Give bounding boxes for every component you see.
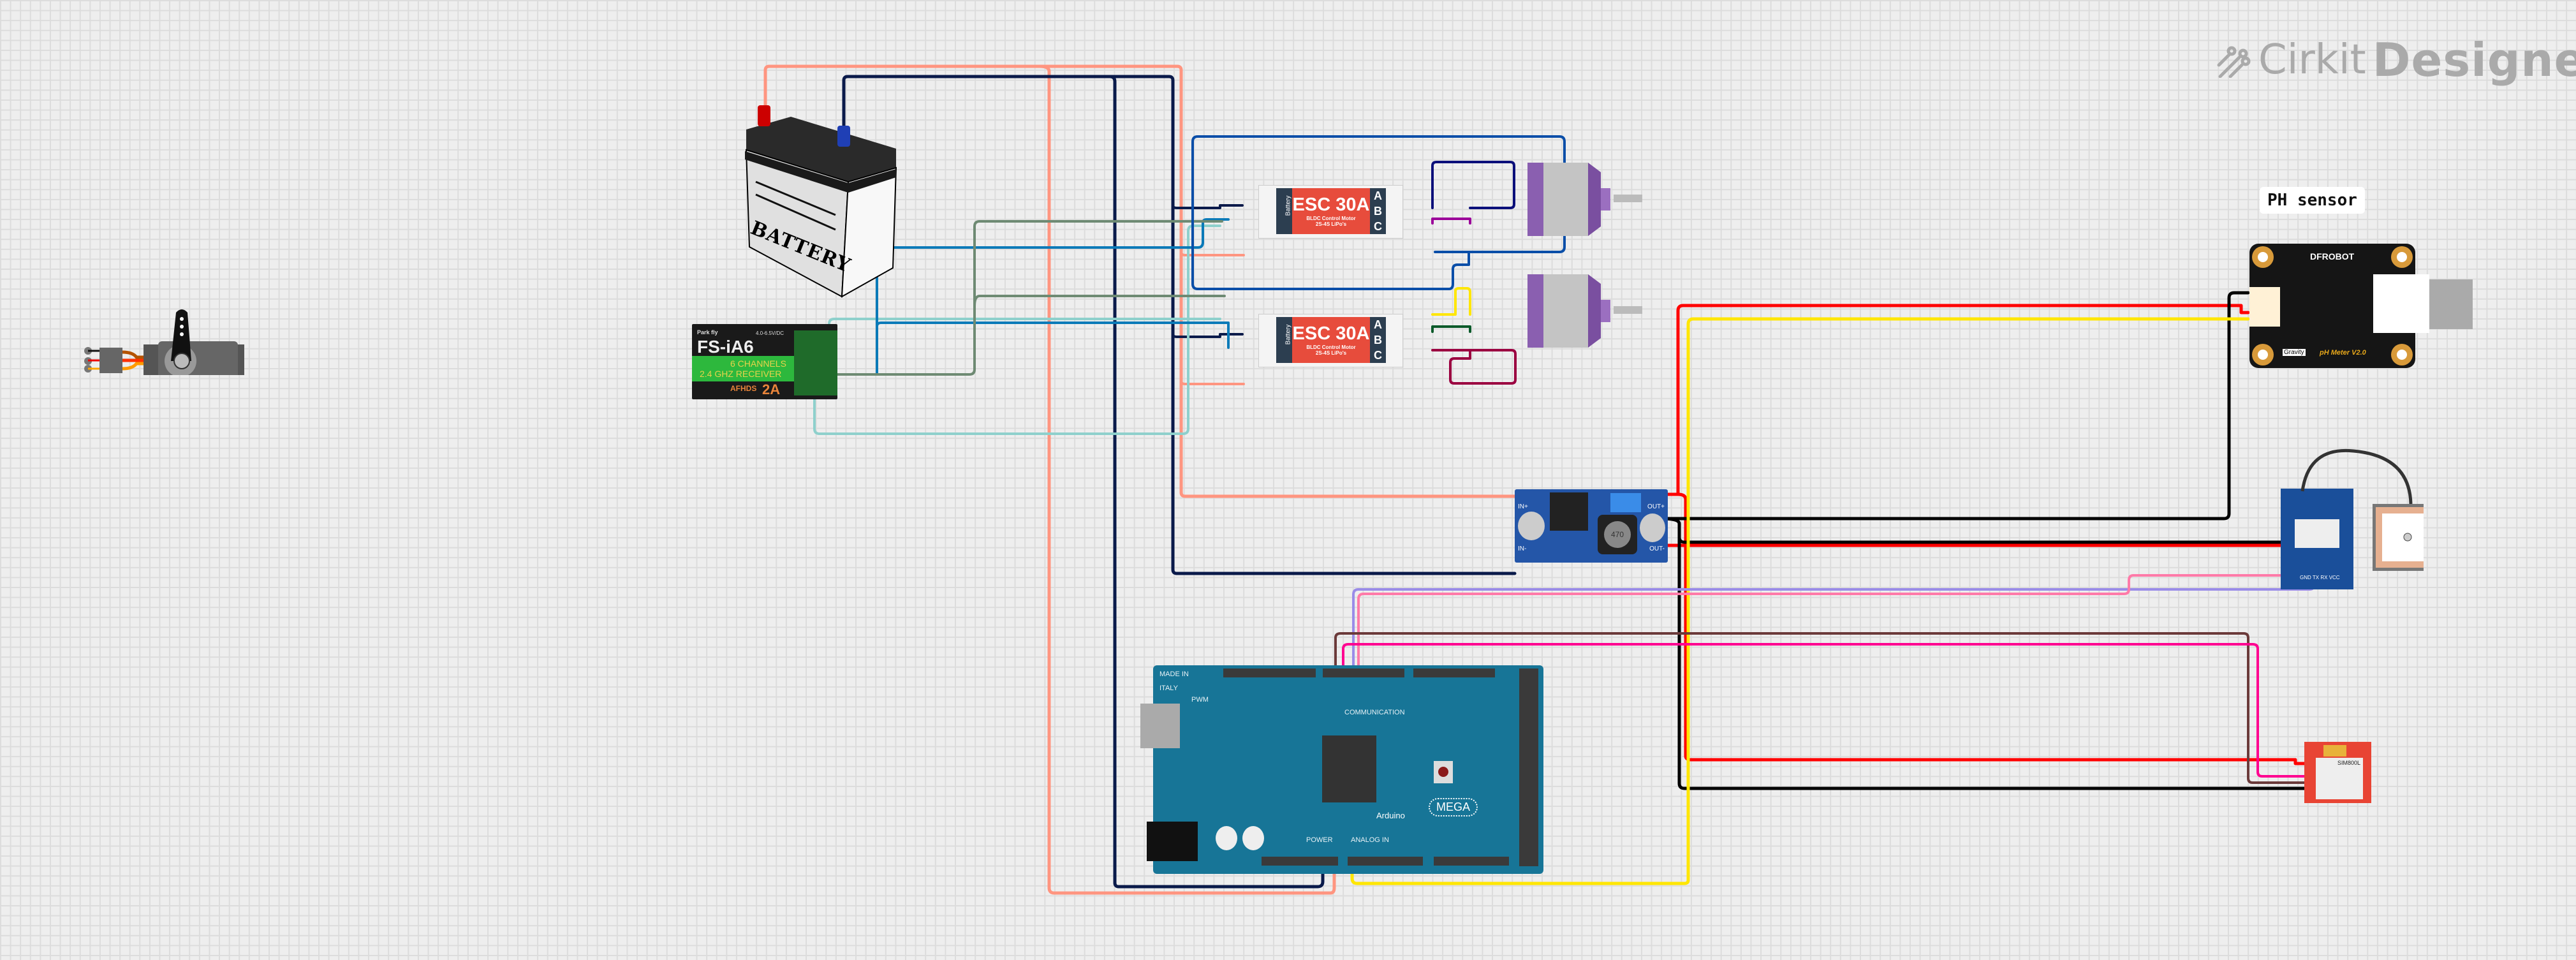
battery-icon [745, 105, 897, 298]
receiver-line2: 2.4 GHZ RECEIVER [700, 369, 782, 379]
capacitor-out [1640, 513, 1665, 542]
ph-name: pH Meter V2.0 [2320, 349, 2366, 357]
receiver-voltage: 4.0-6.5V/DC [756, 330, 784, 336]
lm2596-buck-converter[interactable]: IN+ IN- OUT+ OUT- 470 [1515, 489, 1668, 563]
battery[interactable]: BATTERY [740, 105, 899, 303]
fs-ia6-receiver[interactable]: Park fly FS-iA6 4.0-6.5V/DC 6 CHANNELS 2… [692, 324, 837, 399]
esc2-sub2: 2S-4S LiPo's [1315, 350, 1347, 356]
wire-esc1-pos[interactable] [1180, 251, 1245, 256]
gps-antenna [2300, 448, 2424, 571]
ph-meter-v2[interactable]: DFROBOT Gravity pH Meter V2.0 [2249, 244, 2429, 368]
ph-sensor-label: PH sensor [2260, 187, 2365, 214]
wire-buck-out-neg-ph[interactable] [1660, 291, 2250, 521]
reset-button[interactable] [1434, 761, 1453, 783]
receiver-pin-header[interactable] [794, 330, 837, 395]
wire-buck-out-pos-gps[interactable] [1660, 492, 2336, 586]
arduino-mega-2560[interactable]: MADE IN ITALY PWM COMMUNICATION Arduino … [1140, 665, 1543, 874]
servo-icon [84, 309, 252, 381]
gsm-capacitor [2323, 745, 2346, 757]
buck-in-plus: IN+ [1518, 503, 1528, 510]
buck-out-plus: OUT+ [1647, 503, 1665, 510]
buck-in-minus: IN- [1518, 545, 1527, 552]
trimmer-pot[interactable] [1610, 493, 1641, 512]
esc1-sub2: 2S-4S LiPo's [1315, 221, 1347, 227]
wire-rx-teal2[interactable] [828, 318, 1221, 376]
wire-esc2-pos[interactable] [1180, 380, 1245, 385]
motor-icon [1527, 163, 1642, 236]
bldc-motor-1[interactable] [1527, 159, 1642, 242]
header-digital-8-13[interactable] [1223, 668, 1316, 677]
header-power[interactable] [1262, 857, 1338, 866]
esc-2[interactable]: Battery ESC 30A BLDC Control Motor 2S-4S… [1258, 314, 1403, 367]
sim800l-gsm[interactable]: SIM800L [2304, 742, 2371, 803]
receiver-model: FS-iA6 [697, 337, 754, 357]
mega-model: MEGA [1429, 798, 1478, 816]
mega-brand: Arduino [1376, 811, 1405, 820]
dc-jack [1147, 822, 1198, 861]
usb-port [1140, 704, 1180, 748]
wire-motor2-a[interactable] [1431, 287, 1471, 316]
header-analog-a8-a15[interactable] [1434, 857, 1509, 866]
wire-rx-steel2[interactable] [876, 321, 1230, 376]
wire-motor1-a[interactable] [1431, 161, 1515, 209]
wire-gps-tx[interactable] [1352, 582, 2314, 674]
esc1-body: ESC 30A BLDC Control Motor 2S-4S LiPo's [1292, 188, 1370, 234]
esc2-battery-label: Battery [1284, 324, 1292, 345]
ph-probe-connector [2429, 279, 2473, 329]
esc1-sub1: BLDC Control Motor [1306, 216, 1356, 221]
mega-made-in: MADE IN [1159, 670, 1189, 678]
wire-buck-out-pos-gsm[interactable] [1676, 492, 2309, 765]
header-digital-22-53[interactable] [1519, 668, 1538, 866]
mega-communication: COMMUNICATION [1344, 709, 1405, 716]
wire-battery-neg[interactable] [842, 75, 1517, 575]
ph-gravity: Gravity [2283, 349, 2306, 356]
regulator-chip [1550, 492, 1588, 531]
wire-motor1-b[interactable] [1431, 218, 1471, 225]
header-communication[interactable] [1413, 668, 1495, 677]
mega-pwm: PWM [1191, 696, 1209, 704]
esc1-battery-strip: Battery [1276, 188, 1292, 234]
gsm-chip: SIM800L [2316, 758, 2363, 799]
esc2-phases: ABC [1370, 317, 1386, 363]
receiver-brand: Park fly [697, 329, 718, 336]
wire-motor2-c[interactable] [1431, 349, 1517, 385]
wire-motor2-b[interactable] [1431, 325, 1471, 333]
esc1-phases: ABC [1370, 188, 1386, 234]
mega-power: POWER [1306, 836, 1333, 844]
ph-brand: DFROBOT [2310, 251, 2355, 262]
servo-motor[interactable] [75, 300, 252, 381]
receiver-protocol-ver: 2A [762, 381, 781, 397]
capacitor-1 [1216, 826, 1237, 850]
capacitor-2 [1242, 826, 1264, 850]
atmega-chip [1322, 735, 1376, 802]
receiver-protocol: AFHDS [730, 384, 757, 393]
bnc-connector [2373, 274, 2429, 333]
esc2-sub1: BLDC Control Motor [1306, 344, 1356, 350]
receiver-line1: 6 CHANNELS [730, 358, 786, 369]
header-analog-a0-a7[interactable] [1348, 857, 1423, 866]
wire-buck-out-neg-gps[interactable] [1660, 517, 2306, 586]
motor-icon [1527, 274, 1642, 348]
esc2-body: ESC 30A BLDC Control Motor 2S-4S LiPo's [1292, 317, 1370, 363]
wire-buck-out-pos-ph[interactable] [1660, 304, 2250, 496]
esc1-title: ESC 30A [1292, 195, 1370, 215]
mega-analog-in: ANALOG IN [1351, 836, 1389, 844]
bldc-motor-2[interactable] [1527, 271, 1642, 354]
esc2-battery-strip: Battery [1276, 317, 1292, 363]
esc1-battery-label: Battery [1284, 195, 1292, 216]
header-digital-0-7[interactable] [1323, 668, 1404, 677]
capacitor-in [1518, 512, 1545, 540]
mega-italy: ITALY [1159, 684, 1178, 692]
wire-esc2-neg[interactable] [1172, 333, 1244, 338]
wire-esc1-neg[interactable] [1172, 204, 1244, 209]
esc2-title: ESC 30A [1292, 323, 1370, 344]
buck-out-minus: OUT- [1649, 545, 1665, 552]
ph-connector[interactable] [2249, 287, 2280, 327]
inductor: 470 [1598, 515, 1637, 554]
esc-1[interactable]: Battery ESC 30A BLDC Control Motor 2S-4S… [1258, 185, 1403, 239]
